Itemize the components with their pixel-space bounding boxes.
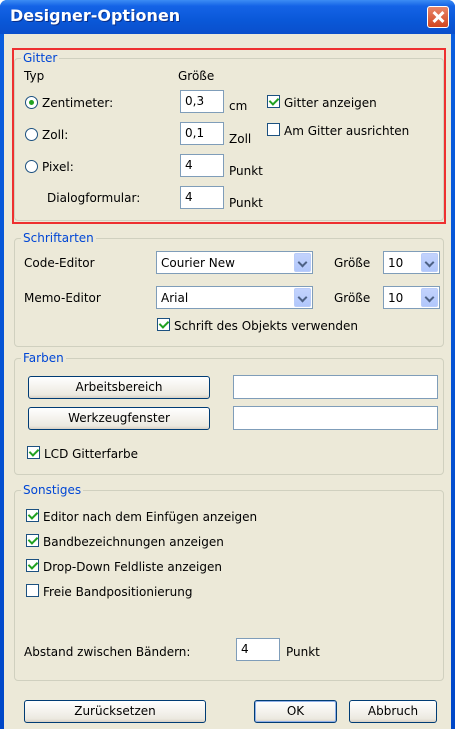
chevron-down-icon[interactable] xyxy=(421,253,438,272)
code-editor-font-value: Courier New xyxy=(161,256,235,270)
sonstiges-label-0[interactable]: Editor nach dem Einfügen anzeigen xyxy=(43,510,257,524)
sonstiges-label-2[interactable]: Drop-Down Feldliste anzeigen xyxy=(43,560,222,574)
workspace-color-swatch[interactable] xyxy=(233,375,438,399)
radio-zentimeter-label[interactable]: Zentimeter: xyxy=(42,96,113,110)
memo-editor-font-value: Arial xyxy=(161,291,189,305)
code-editor-size-label: Größe xyxy=(334,256,371,270)
title-bar[interactable]: Designer-Optionen xyxy=(0,0,455,34)
radio-pixel-label[interactable]: Pixel: xyxy=(42,160,74,174)
align-grid-checkbox[interactable] xyxy=(267,123,280,136)
radio-zentimeter[interactable] xyxy=(25,96,38,109)
dialog-window: Designer-Optionen Gitter Typ Größe Zenti… xyxy=(0,0,455,729)
memo-editor-size-value: 10 xyxy=(388,291,404,305)
memo-editor-label: Memo-Editor xyxy=(24,291,101,305)
group-schriftarten-legend: Schriftarten xyxy=(21,231,96,245)
object-font-checkbox[interactable] xyxy=(157,318,170,331)
chevron-down-icon[interactable] xyxy=(421,288,438,307)
ok-button[interactable]: OK xyxy=(254,700,337,723)
window-title: Designer-Optionen xyxy=(10,6,181,25)
object-font-label[interactable]: Schrift des Objekts verwenden xyxy=(174,319,358,333)
close-icon[interactable] xyxy=(427,6,449,28)
code-editor-label: Code-Editor xyxy=(24,256,95,270)
cancel-button[interactable]: Abbruch xyxy=(349,700,437,723)
code-editor-font-select[interactable]: Courier New xyxy=(156,251,313,274)
dialogformular-label: Dialogformular: xyxy=(47,191,141,205)
workspace-color-button[interactable]: Arbeitsbereich xyxy=(28,376,210,399)
chevron-down-icon[interactable] xyxy=(294,253,311,272)
lcd-checkbox[interactable] xyxy=(27,446,40,459)
code-editor-size-select[interactable]: 10 xyxy=(383,251,440,274)
sonstiges-label-1[interactable]: Bandbezeichnungen anzeigen xyxy=(43,535,224,549)
chevron-down-icon[interactable] xyxy=(294,288,311,307)
abstand-label: Abstand zwischen Bändern: xyxy=(24,645,191,659)
dialog-client: Gitter Typ Größe Zentimeter: 0,3 cm Zoll… xyxy=(4,34,451,729)
pixel-input[interactable]: 4 xyxy=(180,154,224,177)
sonstiges-checkbox-1[interactable] xyxy=(26,534,39,547)
radio-zoll[interactable] xyxy=(25,128,38,141)
sonstiges-checkbox-3[interactable] xyxy=(26,584,39,597)
show-grid-checkbox[interactable] xyxy=(267,95,280,108)
zoll-unit: Zoll xyxy=(229,132,252,146)
dialogformular-unit: Punkt xyxy=(229,196,263,210)
abstand-input[interactable]: 4 xyxy=(236,638,280,661)
memo-editor-size-label: Größe xyxy=(334,291,371,305)
toolwindow-color-swatch[interactable] xyxy=(233,406,438,430)
col-typ-label: Typ xyxy=(24,69,45,83)
reset-button[interactable]: Zurücksetzen xyxy=(24,700,206,723)
memo-editor-font-select[interactable]: Arial xyxy=(156,286,313,309)
zentimeter-input[interactable]: 0,3 xyxy=(180,90,224,113)
sonstiges-checkbox-2[interactable] xyxy=(26,559,39,572)
sonstiges-label-3[interactable]: Freie Bandpositionierung xyxy=(43,585,192,599)
dialogformular-input[interactable]: 4 xyxy=(180,186,224,209)
group-sonstiges-legend: Sonstiges xyxy=(21,483,84,497)
show-grid-label[interactable]: Gitter anzeigen xyxy=(284,96,377,110)
radio-zoll-label[interactable]: Zoll: xyxy=(42,128,68,142)
zoll-input[interactable]: 0,1 xyxy=(180,122,224,145)
toolwindow-color-button[interactable]: Werkzeugfenster xyxy=(28,407,210,430)
radio-pixel[interactable] xyxy=(25,160,38,173)
sonstiges-checkbox-0[interactable] xyxy=(26,509,39,522)
col-groesse-label: Größe xyxy=(178,69,215,83)
pixel-unit: Punkt xyxy=(229,164,263,178)
zentimeter-unit: cm xyxy=(229,99,248,113)
memo-editor-size-select[interactable]: 10 xyxy=(383,286,440,309)
code-editor-size-value: 10 xyxy=(388,256,404,270)
abstand-unit: Punkt xyxy=(286,645,320,659)
align-grid-label[interactable]: Am Gitter ausrichten xyxy=(284,124,409,138)
lcd-label[interactable]: LCD Gitterfarbe xyxy=(44,447,138,461)
group-farben-legend: Farben xyxy=(21,351,66,365)
